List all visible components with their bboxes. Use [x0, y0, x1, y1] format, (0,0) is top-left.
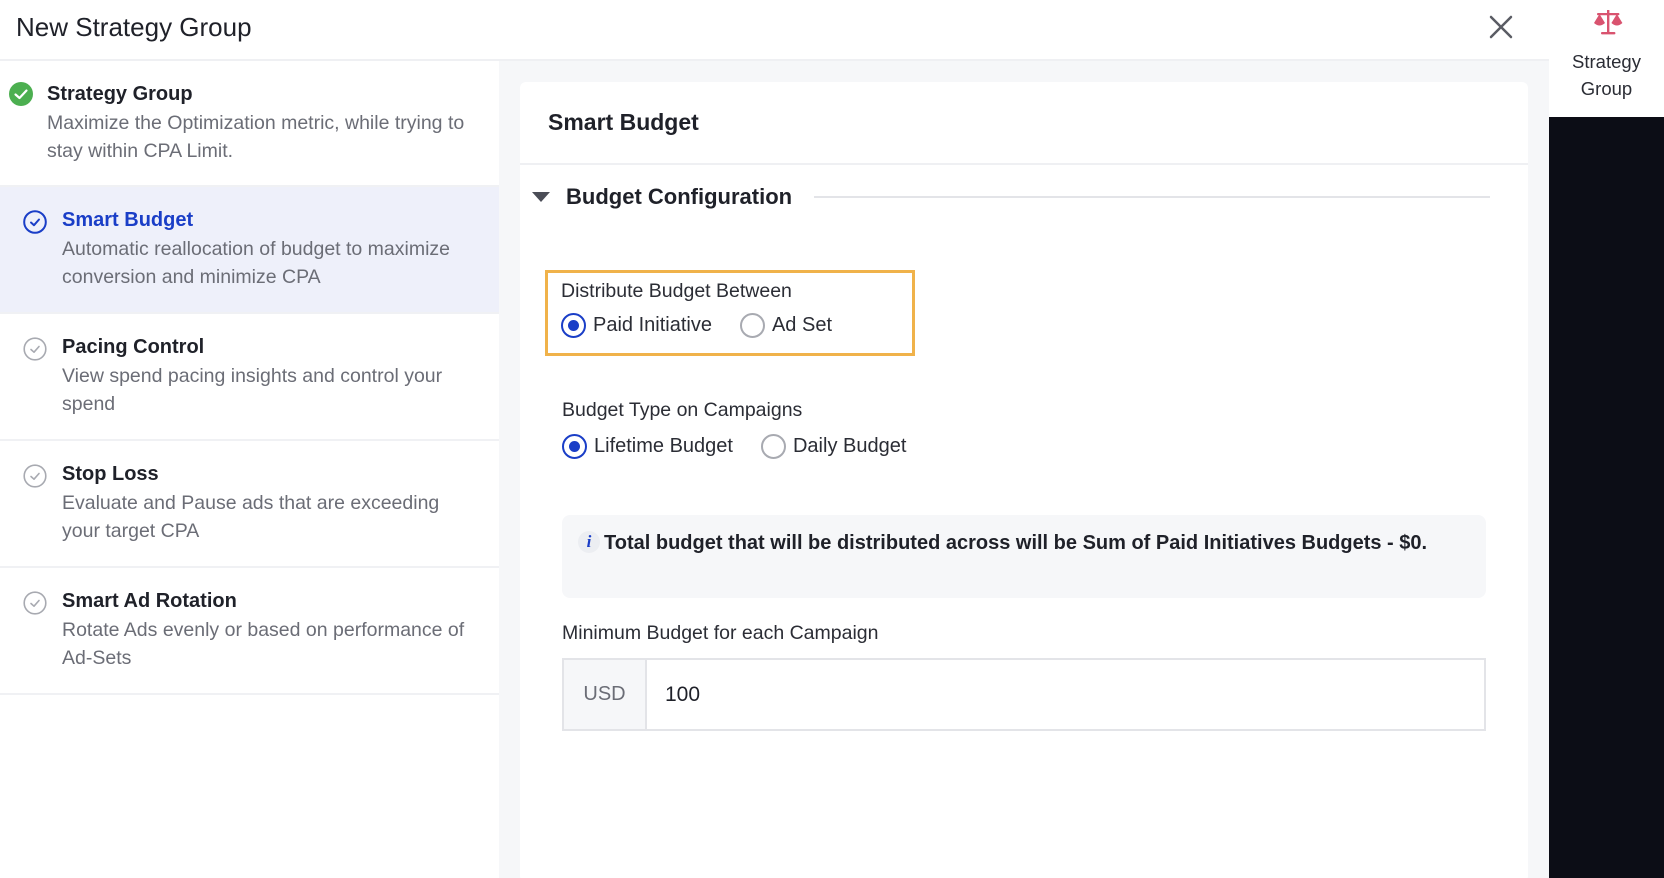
close-button[interactable]	[1486, 12, 1516, 42]
step-title: Strategy Group	[47, 83, 193, 105]
budget-type-label: Budget Type on Campaigns	[562, 399, 803, 421]
distribute-budget-radio-group: Paid Initiative Ad Set	[561, 313, 912, 338]
budget-configuration-section-toggle[interactable]: Budget Configuration	[530, 182, 1490, 212]
section-divider	[814, 196, 1490, 198]
step-smart-ad-rotation[interactable]: Smart Ad Rotation Rotate Ads evenly or b…	[0, 568, 499, 695]
check-circle-outline-icon	[23, 210, 47, 234]
step-title: Smart Ad Rotation	[62, 590, 237, 612]
radio-label: Lifetime Budget	[594, 435, 733, 457]
step-description: Automatic reallocation of budget to maxi…	[62, 238, 451, 288]
modal-title: New Strategy Group	[16, 12, 252, 42]
info-text: Total budget that will be distributed ac…	[604, 532, 1428, 554]
info-banner: i Total budget that will be distributed …	[562, 515, 1486, 598]
radio-label: Paid Initiative	[593, 314, 712, 336]
check-circle-outline-icon	[23, 337, 47, 361]
step-title: Smart Budget	[62, 209, 194, 231]
section-title: Budget Configuration	[566, 184, 793, 209]
card-title: Smart Budget	[548, 109, 699, 135]
radio-ad-set[interactable]: Ad Set	[739, 313, 833, 338]
min-budget-input[interactable]	[647, 660, 1484, 729]
step-title: Stop Loss	[62, 463, 159, 485]
scale-icon	[1594, 10, 1623, 35]
budget-type-radio-group: Lifetime Budget Daily Budget	[562, 434, 934, 459]
budget-type-field: Budget Type on Campaigns Lifetime Budget…	[562, 399, 934, 459]
radio-label: Daily Budget	[792, 435, 907, 457]
step-pacing-control[interactable]: Pacing Control View spend pacing insight…	[0, 314, 499, 441]
close-icon	[1489, 15, 1513, 39]
distribute-budget-label: Distribute Budget Between	[561, 280, 792, 302]
min-budget-input-group: USD	[562, 658, 1486, 731]
currency-addon: USD	[564, 660, 647, 729]
radio-checked-icon	[561, 313, 586, 338]
radio-checked-icon	[562, 434, 587, 459]
steps-sidebar: Strategy Group Maximize the Optimization…	[0, 61, 499, 878]
step-smart-budget[interactable]: Smart Budget Automatic reallocation of b…	[0, 187, 499, 314]
radio-unchecked-icon	[739, 313, 765, 338]
modal-header: New Strategy Group	[0, 0, 1549, 61]
radio-unchecked-icon	[760, 434, 786, 459]
right-rail: Strategy Group	[1549, 0, 1664, 878]
card-header: Smart Budget	[520, 82, 1528, 165]
new-strategy-group-modal: New Strategy Group Strategy Group Maximi…	[0, 0, 1549, 878]
step-description: Evaluate and Pause ads that are exceedin…	[62, 492, 440, 542]
radio-label: Ad Set	[771, 314, 833, 336]
info-icon: i	[578, 531, 600, 553]
check-circle-outline-icon	[23, 464, 47, 488]
min-budget-label: Minimum Budget for each Campaign	[562, 622, 879, 644]
distribute-budget-field: Distribute Budget Between Paid Initiativ…	[545, 270, 915, 356]
radio-daily-budget[interactable]: Daily Budget	[760, 434, 907, 459]
step-strategy-group[interactable]: Strategy Group Maximize the Optimization…	[0, 61, 499, 187]
radio-paid-initiative[interactable]: Paid Initiative	[561, 313, 712, 338]
content-area: Smart Budget Budget Configuration Distri…	[499, 61, 1549, 878]
rail-item-label: Strategy Group	[1572, 51, 1641, 99]
step-description: View spend pacing insights and control y…	[62, 365, 443, 415]
check-circle-outline-icon	[23, 591, 47, 615]
step-description: Rotate Ads evenly or based on performanc…	[62, 619, 465, 669]
smart-budget-card: Smart Budget Budget Configuration Distri…	[520, 82, 1528, 878]
step-title: Pacing Control	[62, 336, 205, 358]
rail-item-strategy-group[interactable]: Strategy Group	[1549, 0, 1664, 117]
step-stop-loss[interactable]: Stop Loss Evaluate and Pause ads that ar…	[0, 441, 499, 568]
check-circle-filled-icon	[9, 82, 33, 106]
caret-down-icon	[532, 192, 550, 202]
dark-panel	[1549, 117, 1664, 878]
step-description: Maximize the Optimization metric, while …	[47, 112, 465, 162]
radio-lifetime-budget[interactable]: Lifetime Budget	[562, 434, 733, 459]
